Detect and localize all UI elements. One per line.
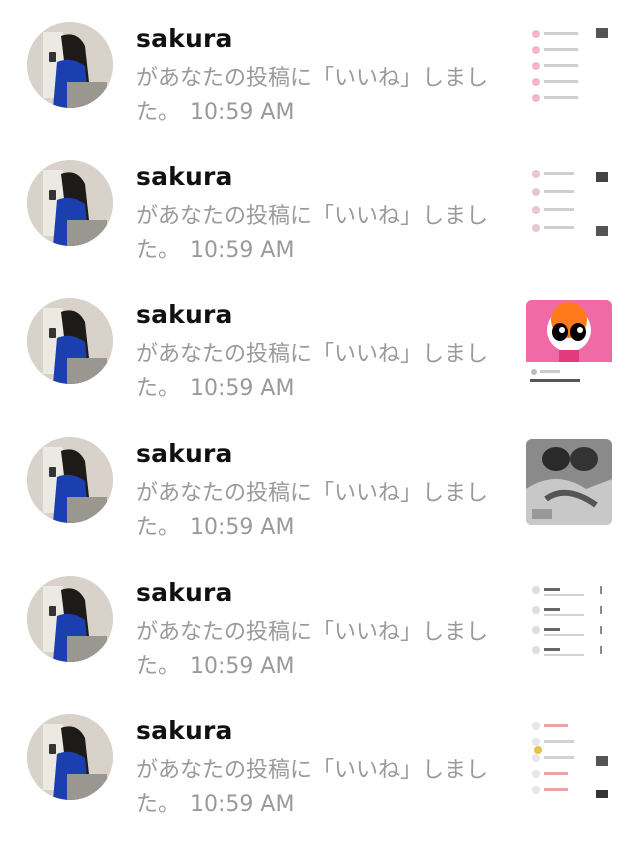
- avatar[interactable]: [27, 714, 113, 800]
- action-text: があなたの投稿に「いいね」しました。: [136, 342, 489, 401]
- notification-item[interactable]: sakura があなたの投稿に「いいね」しました。 10:59 AM: [0, 160, 640, 298]
- avatar[interactable]: [27, 160, 113, 246]
- notification-item[interactable]: sakura があなたの投稿に「いいね」しました。 10:59 AM: [0, 576, 640, 714]
- timestamp: 10:59 AM: [190, 100, 295, 125]
- post-list-thumbnail-icon[interactable]: [526, 162, 612, 248]
- timestamp: 10:59 AM: [190, 654, 295, 679]
- action-text: があなたの投稿に「いいね」しました。: [136, 481, 489, 540]
- notification-message: があなたの投稿に「いいね」しました。 10:59 AM: [136, 754, 508, 822]
- avatar[interactable]: [27, 437, 113, 523]
- post-list-thumbnail-icon[interactable]: [526, 24, 612, 110]
- cartoon-character-thumbnail-icon[interactable]: [526, 300, 612, 386]
- notification-message: があなたの投稿に「いいね」しました。 10:59 AM: [136, 62, 508, 130]
- post-list-thumbnail-icon[interactable]: [526, 716, 612, 802]
- username[interactable]: sakura: [136, 439, 233, 468]
- avatar[interactable]: [27, 298, 113, 384]
- notification-message: があなたの投稿に「いいね」しました。 10:59 AM: [136, 477, 508, 545]
- post-list-thumbnail-icon[interactable]: [526, 578, 612, 664]
- notification-item[interactable]: sakura があなたの投稿に「いいね」しました。 10:59 AM: [0, 714, 640, 852]
- timestamp: 10:59 AM: [190, 792, 295, 817]
- avatar[interactable]: [27, 576, 113, 662]
- notification-message: があなたの投稿に「いいね」しました。 10:59 AM: [136, 338, 508, 406]
- avatar[interactable]: [27, 22, 113, 108]
- username[interactable]: sakura: [136, 24, 233, 53]
- action-text: があなたの投稿に「いいね」しました。: [136, 758, 489, 817]
- grayscale-photo-thumbnail-icon[interactable]: [526, 439, 612, 525]
- action-text: があなたの投稿に「いいね」しました。: [136, 620, 489, 679]
- action-text: があなたの投稿に「いいね」しました。: [136, 204, 489, 263]
- notification-message: があなたの投稿に「いいね」しました。 10:59 AM: [136, 616, 508, 684]
- notification-item[interactable]: sakura があなたの投稿に「いいね」しました。 10:59 AM: [0, 22, 640, 160]
- action-text: があなたの投稿に「いいね」しました。: [136, 66, 489, 125]
- username[interactable]: sakura: [136, 578, 233, 607]
- username[interactable]: sakura: [136, 716, 233, 745]
- timestamp: 10:59 AM: [190, 376, 295, 401]
- timestamp: 10:59 AM: [190, 238, 295, 263]
- notification-list: sakura があなたの投稿に「いいね」しました。 10:59 AM sakur…: [0, 0, 640, 853]
- notification-item[interactable]: sakura があなたの投稿に「いいね」しました。 10:59 AM: [0, 437, 640, 575]
- timestamp: 10:59 AM: [190, 515, 295, 540]
- username[interactable]: sakura: [136, 300, 233, 329]
- notification-item[interactable]: sakura があなたの投稿に「いいね」しました。 10:59 AM: [0, 298, 640, 436]
- username[interactable]: sakura: [136, 162, 233, 191]
- notification-message: があなたの投稿に「いいね」しました。 10:59 AM: [136, 200, 508, 268]
